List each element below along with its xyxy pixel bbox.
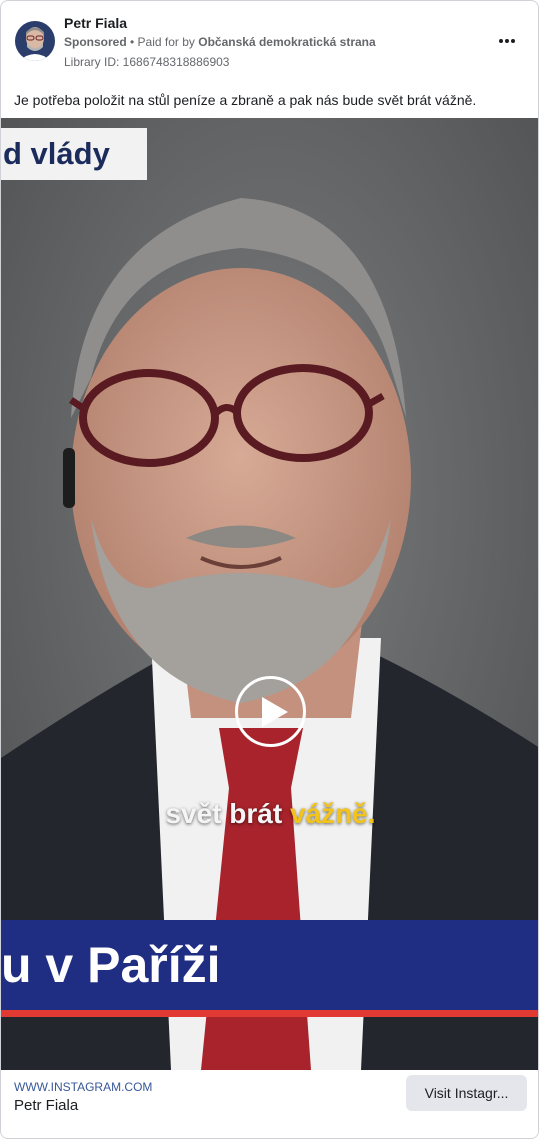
avatar-image <box>15 21 55 61</box>
more-options-button[interactable] <box>495 31 519 51</box>
video-top-banner: d vlády <box>1 128 147 180</box>
paid-for-prefix: Paid for by <box>137 35 199 49</box>
play-button[interactable] <box>235 676 306 747</box>
ad-card: Petr Fiala Sponsored • Paid for by Občan… <box>0 0 539 1139</box>
sponsored-label: Sponsored <box>64 35 127 49</box>
library-id: Library ID: 1686748318886903 <box>64 55 230 69</box>
video-player[interactable]: d vlády svět brát vážně. u v Paříži <box>1 118 538 1070</box>
link-url[interactable]: WWW.INSTAGRAM.COM <box>14 1080 152 1094</box>
visit-instagram-button[interactable]: Visit Instagr... <box>406 1075 527 1111</box>
link-title[interactable]: Petr Fiala <box>14 1097 78 1114</box>
sponsorship-line: Sponsored • Paid for by Občanská demokra… <box>64 35 376 49</box>
payer-name: Občanská demokratická strana <box>198 35 376 49</box>
more-horizontal-icon <box>498 39 516 43</box>
ad-footer[interactable]: WWW.INSTAGRAM.COM Petr Fiala Visit Insta… <box>1 1070 538 1138</box>
subtitle-accent-text: vážně. <box>289 798 376 829</box>
play-icon <box>262 697 288 727</box>
top-banner-text: d vlády <box>3 136 110 171</box>
avatar[interactable] <box>15 21 55 61</box>
video-lower-third: u v Paříži <box>1 920 538 1017</box>
meta-separator: • <box>126 35 138 49</box>
subtitle-text: svět brát <box>165 798 290 829</box>
lower-third-stripe <box>1 1010 538 1017</box>
ad-header: Petr Fiala Sponsored • Paid for by Občan… <box>1 1 538 81</box>
lower-third-text: u v Paříži <box>1 937 221 993</box>
ad-caption: Je potřeba položit na stůl peníze a zbra… <box>14 92 477 108</box>
video-subtitle: svět brát vážně. <box>1 798 538 830</box>
page-name[interactable]: Petr Fiala <box>64 15 127 31</box>
